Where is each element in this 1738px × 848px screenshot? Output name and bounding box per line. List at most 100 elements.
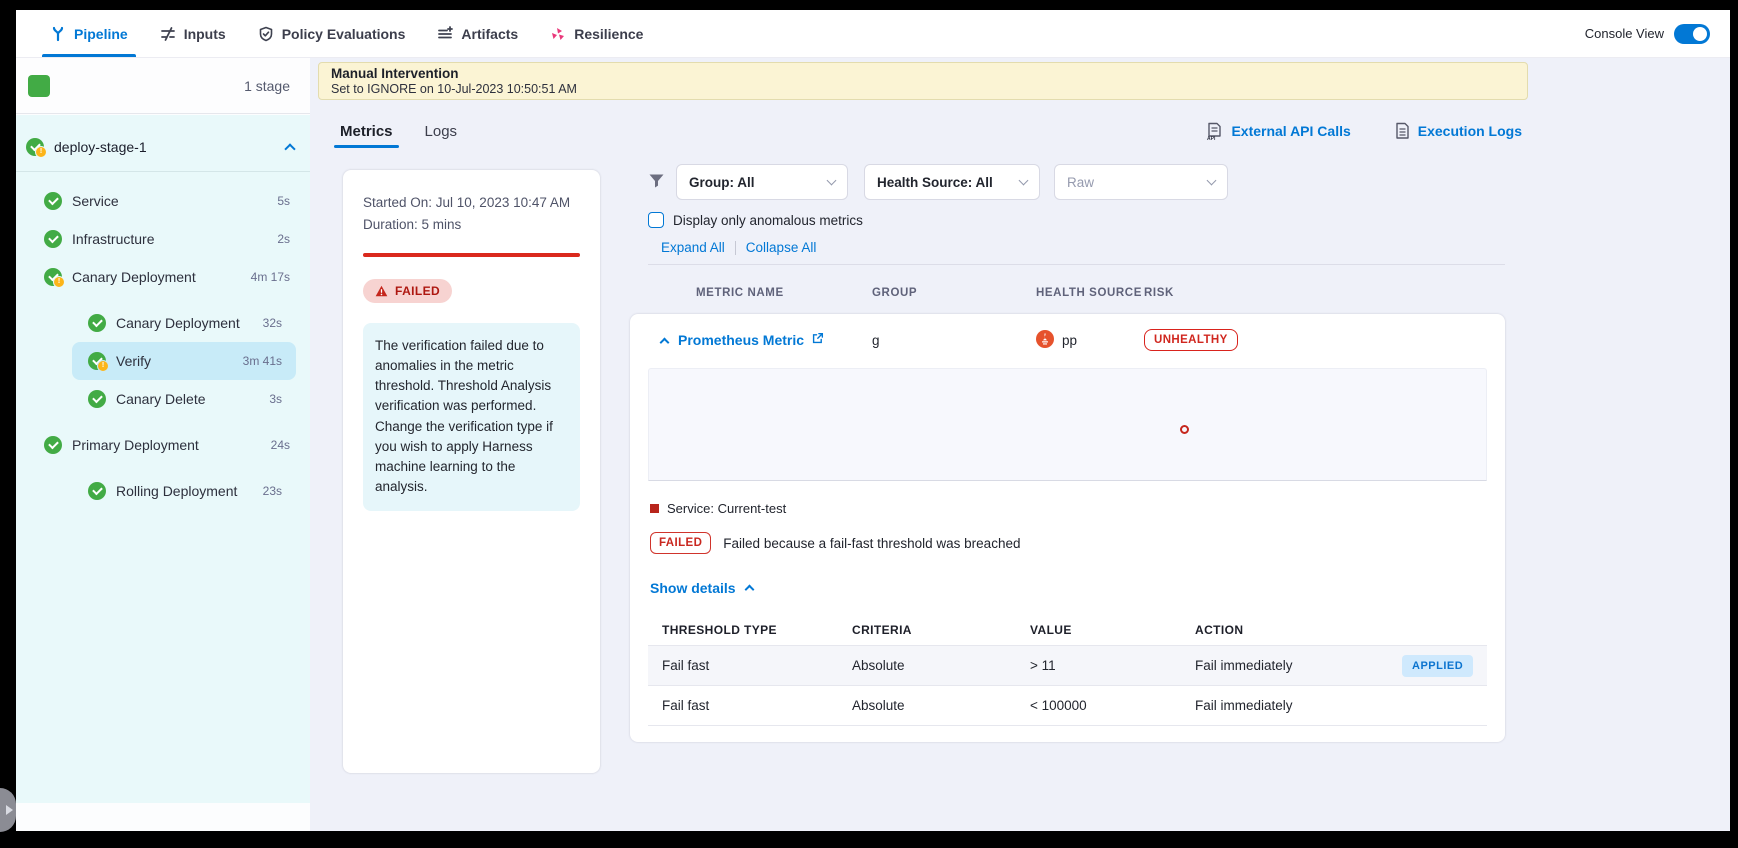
filter-icon — [648, 173, 665, 194]
step-duration: 4m 17s — [251, 270, 290, 284]
show-details-link[interactable]: Show details — [650, 580, 1505, 596]
execution-logs-link[interactable]: Execution Logs — [1395, 122, 1522, 140]
artifacts-icon — [437, 26, 453, 42]
group-filter-dropdown[interactable]: Group: All — [676, 164, 848, 200]
step-duration: 32s — [263, 316, 282, 330]
tab-artifacts[interactable]: Artifacts — [425, 10, 530, 57]
chevron-down-icon — [827, 176, 837, 186]
step-duration: 3s — [269, 392, 282, 406]
check-warning-icon — [26, 138, 44, 156]
table-row: Fail fast Absolute < 100000 Fail immedia… — [648, 686, 1487, 726]
anomaly-point — [1180, 425, 1189, 434]
verification-summary-panel: Started On: Jul 10, 2023 10:47 AM Durati… — [343, 170, 600, 773]
stage-status-square[interactable] — [28, 75, 50, 97]
warning-triangle-icon — [375, 285, 388, 297]
expand-collapse-row: Expand All Collapse All — [661, 240, 816, 255]
table-row: Fail fast Absolute > 11 Fail immediately… — [648, 646, 1487, 686]
divider — [648, 264, 1505, 265]
filter-row: Group: All Health Source: All Raw — [630, 164, 1505, 200]
tab-label: Pipeline — [74, 26, 128, 42]
step-duration: 5s — [277, 194, 290, 208]
svg-text:API: API — [1207, 136, 1216, 141]
console-view-label: Console View — [1585, 26, 1664, 41]
metric-chart — [648, 368, 1487, 481]
pipeline-icon — [50, 26, 66, 42]
tab-metrics[interactable]: Metrics — [338, 113, 395, 150]
check-warning-icon — [88, 352, 106, 370]
tab-policy-evaluations[interactable]: Policy Evaluations — [246, 10, 418, 57]
col-metric-name: METRIC NAME — [678, 287, 872, 299]
main-content: Manual Intervention Set to IGNORE on 10-… — [310, 58, 1730, 831]
chevron-up-icon[interactable] — [659, 337, 669, 347]
stages-sidebar: 1 stage deploy-stage-1 Service 5s Infras… — [16, 58, 310, 831]
check-warning-icon — [44, 268, 62, 286]
step-row-infrastructure[interactable]: Infrastructure 2s — [16, 220, 310, 258]
tab-inputs[interactable]: Inputs — [148, 10, 238, 57]
metric-name-link[interactable]: Prometheus Metric — [678, 332, 872, 348]
col-health-source: HEALTH SOURCE — [1036, 287, 1144, 299]
chevron-down-icon — [1207, 176, 1217, 186]
col-risk: RISK — [1144, 287, 1505, 299]
metric-row-card: Prometheus Metric g pp UNHEALTHY — [630, 314, 1505, 742]
failed-status-badge: FAILED — [363, 279, 452, 303]
col-value: VALUE — [1030, 623, 1195, 637]
stage-panel: deploy-stage-1 Service 5s Infrastructure… — [16, 115, 310, 803]
divider — [16, 171, 310, 172]
metric-group-value: g — [872, 333, 1036, 348]
applied-badge: APPLIED — [1402, 655, 1473, 677]
check-circle-icon — [44, 192, 62, 210]
col-group: GROUP — [872, 287, 1036, 299]
external-api-calls-link[interactable]: API External API Calls — [1206, 122, 1350, 141]
raw-transform-dropdown[interactable]: Raw — [1054, 164, 1228, 200]
risk-badge: UNHEALTHY — [1144, 329, 1238, 351]
started-on-label: Started On: Jul 10, 2023 10:47 AM — [363, 192, 580, 214]
step-row-canary-deployment-group[interactable]: Canary Deployment 4m 17s — [16, 258, 310, 296]
tab-pipeline[interactable]: Pipeline — [38, 10, 140, 57]
manual-intervention-banner: Manual Intervention Set to IGNORE on 10-… — [318, 62, 1528, 100]
toggle-knob — [1693, 27, 1707, 41]
anomalous-metrics-checkbox-row[interactable]: Display only anomalous metrics — [648, 212, 863, 228]
legend-label: Service: Current-test — [667, 501, 786, 516]
check-circle-icon — [88, 482, 106, 500]
checkbox[interactable] — [648, 212, 664, 228]
header-links: API External API Calls Execution Logs — [1206, 122, 1522, 141]
check-circle-icon — [88, 314, 106, 332]
stage-name: deploy-stage-1 — [54, 139, 147, 155]
console-view-toggle[interactable] — [1674, 24, 1710, 44]
metrics-table-header: METRIC NAME GROUP HEALTH SOURCE RISK — [630, 276, 1505, 310]
thresholds-table: THRESHOLD TYPE CRITERIA VALUE ACTION Fai… — [648, 614, 1487, 726]
checkbox-label: Display only anomalous metrics — [673, 213, 863, 228]
failed-outline-badge: FAILED — [650, 532, 711, 554]
col-action: ACTION — [1195, 623, 1402, 637]
step-row-canary-deployment[interactable]: Canary Deployment 32s — [72, 304, 296, 342]
expand-all-link[interactable]: Expand All — [661, 240, 725, 255]
prometheus-icon — [1036, 330, 1054, 351]
chevron-down-icon — [1019, 176, 1029, 186]
console-view-control: Console View — [1585, 24, 1710, 44]
failure-reason-row: FAILED Failed because a fail-fast thresh… — [650, 532, 1505, 554]
legend-swatch — [650, 504, 659, 513]
step-row-canary-delete[interactable]: Canary Delete 3s — [72, 380, 296, 418]
stage-count-label: 1 stage — [244, 78, 290, 94]
top-navbar: Pipeline Inputs Policy Evaluations Artif… — [16, 10, 1730, 58]
verification-message: The verification failed due to anomalies… — [363, 323, 580, 511]
tab-label: Artifacts — [461, 26, 518, 42]
stage-row-deploy-stage-1[interactable]: deploy-stage-1 — [16, 125, 310, 169]
tab-resilience[interactable]: Resilience — [538, 10, 655, 57]
step-row-verify[interactable]: Verify 3m 41s — [72, 342, 296, 380]
health-source-filter-dropdown[interactable]: Health Source: All — [864, 164, 1040, 200]
tab-logs[interactable]: Logs — [423, 113, 460, 150]
tab-label: Resilience — [574, 26, 643, 42]
step-duration: 2s — [277, 232, 290, 246]
collapse-all-link[interactable]: Collapse All — [746, 240, 817, 255]
step-row-primary-deployment[interactable]: Primary Deployment 24s — [16, 426, 310, 464]
step-row-service[interactable]: Service 5s — [16, 182, 310, 220]
metrics-logs-tabs: Metrics Logs API External API Calls Exec… — [338, 110, 1522, 152]
check-circle-icon — [88, 390, 106, 408]
step-row-rolling-deployment[interactable]: Rolling Deployment 23s — [72, 472, 296, 510]
step-duration: 24s — [271, 438, 290, 452]
divider — [735, 241, 736, 255]
chevron-up-icon[interactable] — [284, 143, 295, 154]
sidebar-collapse-handle[interactable] — [0, 788, 16, 832]
table-row: Prometheus Metric g pp UNHEALTHY — [630, 314, 1505, 366]
